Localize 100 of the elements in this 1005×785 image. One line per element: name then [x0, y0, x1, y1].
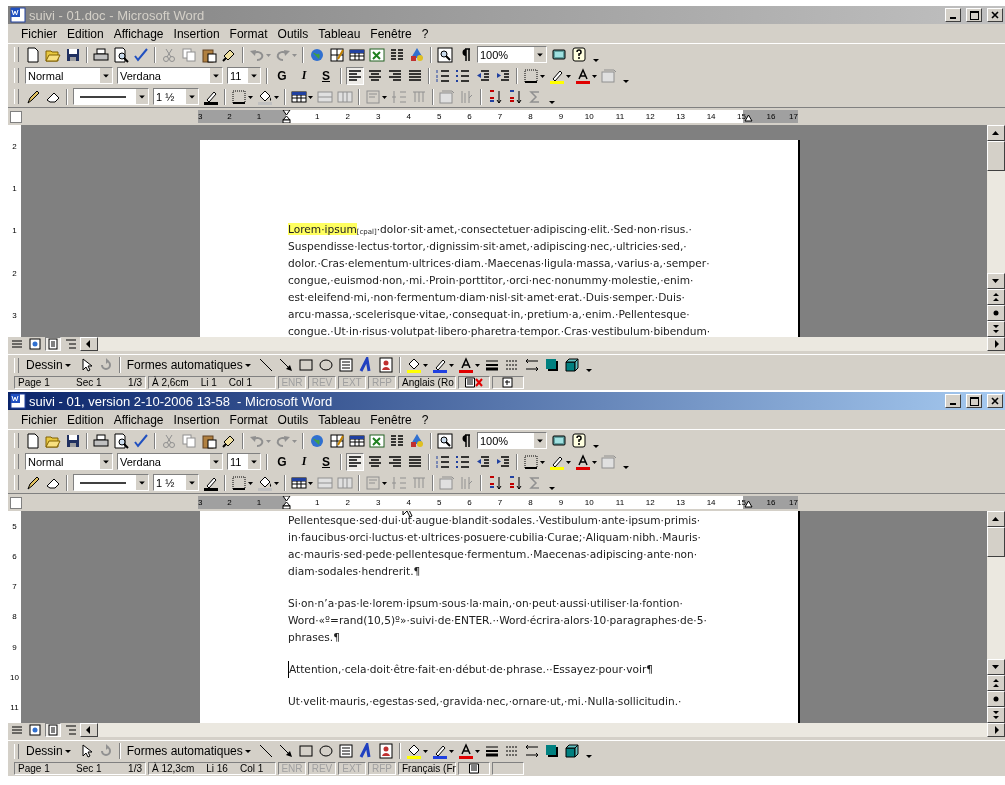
font-dropdown[interactable]: Verdana: [117, 453, 223, 470]
sort-ascending-icon[interactable]: [487, 474, 503, 491]
line-style-dropdown[interactable]: [73, 474, 149, 491]
line-weights-icon[interactable]: [483, 357, 500, 373]
web-view-icon[interactable]: [28, 724, 42, 736]
arrow-style-icon[interactable]: [523, 743, 540, 759]
shapes-icon[interactable]: [409, 432, 425, 449]
underline-button[interactable]: S: [315, 68, 337, 83]
oval-icon[interactable]: [317, 743, 334, 759]
minimize-button[interactable]: [945, 394, 961, 408]
fill-color-icon[interactable]: [405, 743, 428, 759]
style-dropdown[interactable]: Normal: [25, 453, 113, 470]
rectangle-icon[interactable]: [297, 743, 314, 759]
outline-view-icon[interactable]: [64, 724, 78, 736]
tab-selector[interactable]: [10, 110, 22, 123]
insert-table-icon[interactable]: [291, 88, 313, 105]
line-weight-dropdown[interactable]: 1 ½: [153, 474, 199, 491]
maximize-button[interactable]: [966, 394, 982, 408]
dash-style-icon[interactable]: [503, 743, 520, 759]
borders-icon[interactable]: [523, 67, 545, 84]
help-screen-icon[interactable]: [551, 46, 567, 63]
draw-menu[interactable]: Dessin: [23, 744, 76, 758]
vertical-scrollbar[interactable]: [987, 125, 1005, 337]
split-cells-icon[interactable]: [337, 474, 353, 491]
numbering-icon[interactable]: [435, 453, 451, 470]
sort-descending-icon[interactable]: [507, 88, 523, 105]
scroll-thumb[interactable]: [987, 527, 1005, 557]
line-icon[interactable]: [257, 743, 274, 759]
save-icon[interactable]: [65, 432, 81, 449]
document-page[interactable]: [200, 511, 800, 723]
numbering-icon[interactable]: [435, 67, 451, 84]
menu-item[interactable]: Tableau: [313, 412, 366, 427]
save-icon[interactable]: [65, 46, 81, 63]
bullets-icon[interactable]: [455, 453, 471, 470]
columns-icon[interactable]: [389, 46, 405, 63]
style-dropdown[interactable]: Normal: [25, 67, 113, 84]
split-cells-icon[interactable]: [337, 88, 353, 105]
cell-align-icon[interactable]: [365, 88, 387, 105]
tables-borders-icon[interactable]: [329, 432, 345, 449]
document-map-icon[interactable]: [437, 46, 453, 63]
menu-item[interactable]: Format: [224, 26, 273, 41]
close-button[interactable]: [987, 394, 1003, 408]
zoom-dropdown[interactable]: 100%: [477, 46, 547, 63]
dash-style-icon[interactable]: [503, 357, 520, 373]
shading-icon[interactable]: [257, 88, 279, 105]
bold-button[interactable]: G: [271, 68, 293, 83]
paste-icon[interactable]: [201, 46, 217, 63]
menu-item[interactable]: Format: [224, 412, 273, 427]
align-left-icon[interactable]: [346, 66, 364, 85]
help-icon[interactable]: [571, 46, 587, 63]
spreadsheet-icon[interactable]: [369, 432, 385, 449]
language-indicator[interactable]: Anglais (Ro: [398, 376, 456, 389]
align-center-icon[interactable]: [367, 67, 383, 84]
arrow-style-icon[interactable]: [523, 357, 540, 373]
bold-button[interactable]: G: [271, 454, 293, 469]
menu-item[interactable]: Tableau: [313, 26, 366, 41]
document-map-icon[interactable]: [437, 432, 453, 449]
increase-indent-icon[interactable]: [495, 67, 511, 84]
vertical-scrollbar[interactable]: [987, 511, 1005, 723]
line-icon[interactable]: [257, 357, 274, 373]
font-size-dropdown[interactable]: 11: [227, 67, 261, 84]
columns-icon[interactable]: [389, 432, 405, 449]
menu-item[interactable]: Fenêtre: [365, 26, 417, 41]
indent-marker-icon[interactable]: [282, 110, 291, 123]
language-indicator[interactable]: Français (Fr: [398, 762, 456, 775]
line-color-icon[interactable]: [431, 743, 454, 759]
justify-icon[interactable]: [407, 453, 423, 470]
text-box-icon[interactable]: [337, 357, 354, 373]
arrow-icon[interactable]: [277, 743, 294, 759]
pencil-icon[interactable]: [25, 88, 41, 105]
document-page[interactable]: [200, 140, 800, 337]
help-icon[interactable]: [571, 432, 587, 449]
pencil-icon[interactable]: [25, 474, 41, 491]
align-right-icon[interactable]: [387, 67, 403, 84]
spelling-check-icon[interactable]: [133, 432, 149, 449]
menu-item[interactable]: Insertion: [168, 26, 225, 41]
help-screen-icon[interactable]: [551, 432, 567, 449]
rectangle-icon[interactable]: [297, 357, 314, 373]
line-weight-dropdown[interactable]: 1 ½: [153, 88, 199, 105]
align-center-icon[interactable]: [367, 453, 383, 470]
menu-item[interactable]: Fichier: [16, 412, 62, 427]
font-color-icon[interactable]: [457, 357, 480, 373]
sort-ascending-icon[interactable]: [487, 88, 503, 105]
spelling-status[interactable]: [458, 762, 490, 775]
underline-button[interactable]: S: [315, 454, 337, 469]
borders-icon[interactable]: [523, 453, 545, 470]
merge-cells-icon[interactable]: [317, 88, 333, 105]
menu-item[interactable]: Affichage: [108, 412, 169, 427]
print-icon[interactable]: [93, 432, 109, 449]
merge-cells-icon[interactable]: [317, 474, 333, 491]
table-grid-icon[interactable]: [349, 46, 365, 63]
maximize-button[interactable]: [966, 8, 982, 22]
menu-item[interactable]: Fichier: [16, 26, 62, 41]
oval-icon[interactable]: [317, 357, 334, 373]
autoshapes-menu[interactable]: Formes automatiques: [123, 744, 256, 758]
fill-color-icon[interactable]: [405, 357, 428, 373]
line-color-icon[interactable]: [431, 357, 454, 373]
scroll-thumb[interactable]: [987, 141, 1005, 171]
insert-table-icon[interactable]: [291, 474, 313, 491]
shadow-icon[interactable]: [543, 743, 560, 759]
